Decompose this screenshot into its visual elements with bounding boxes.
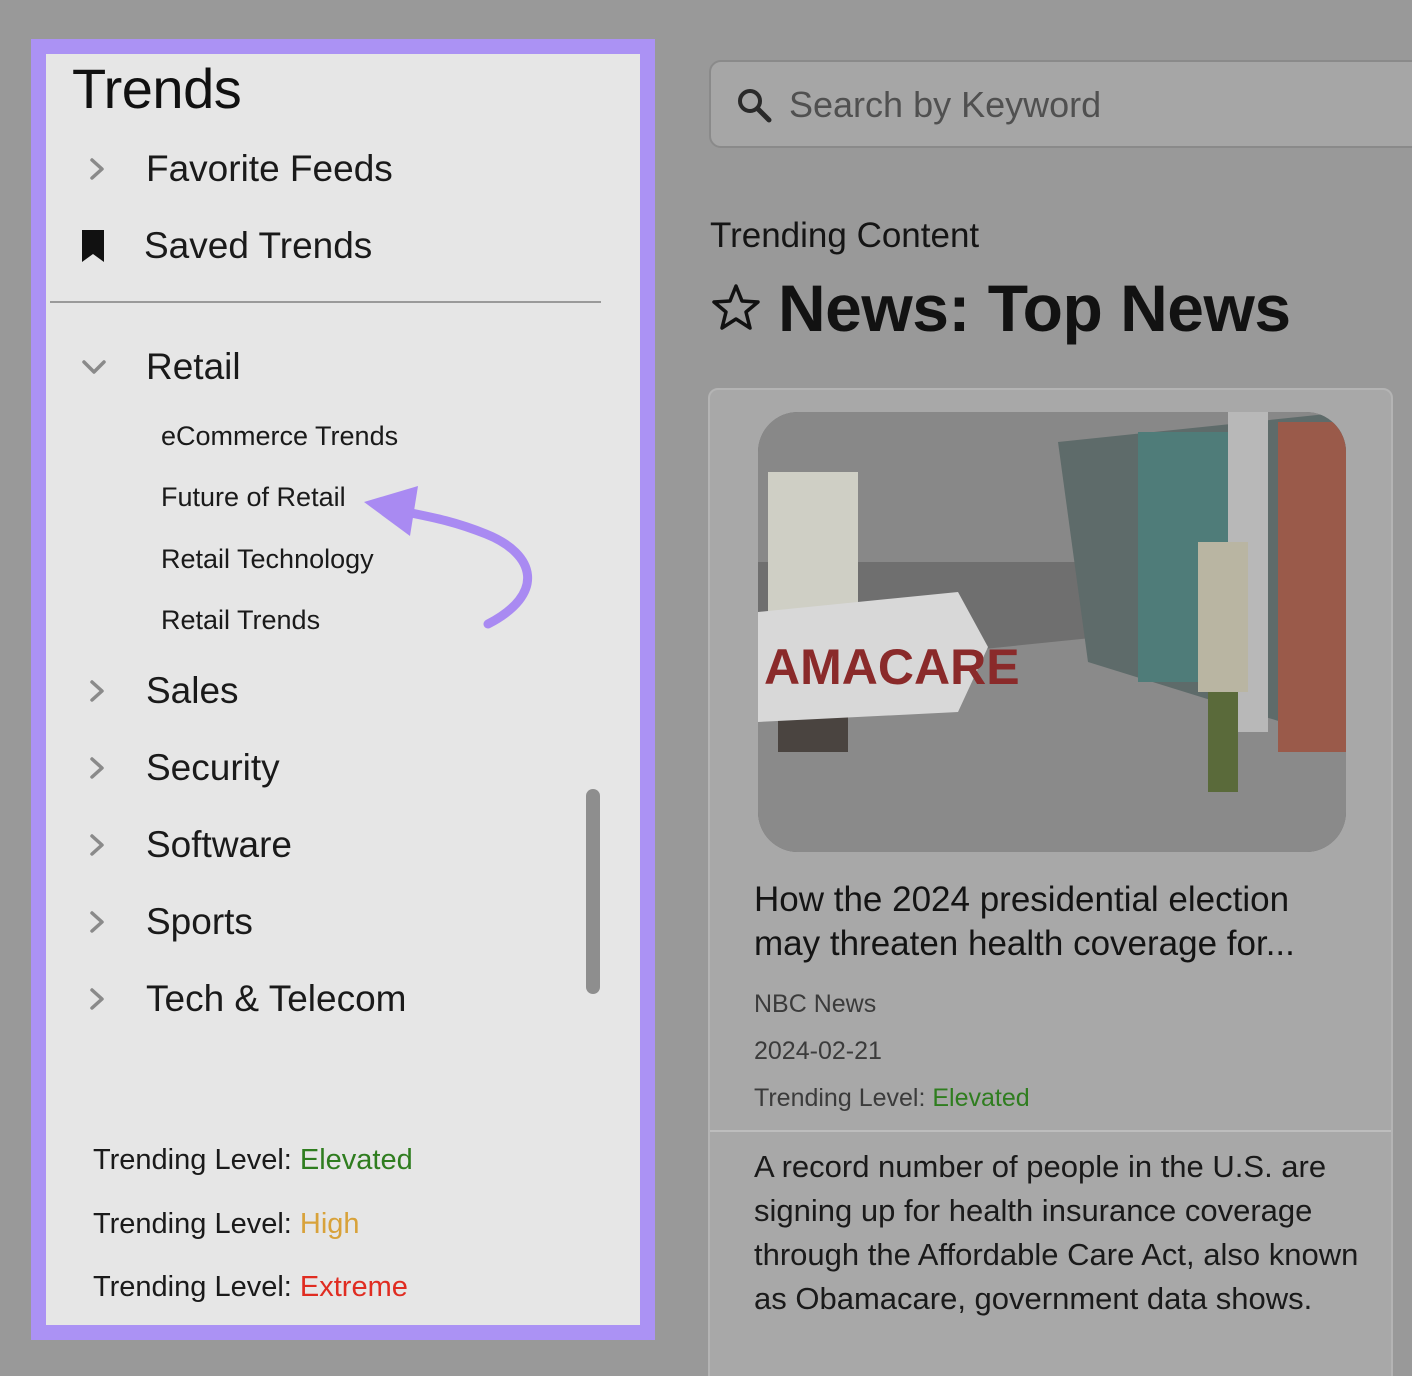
search-icon	[738, 89, 772, 123]
search-input[interactable]: Search by Keyword	[709, 60, 1412, 148]
sidebar-item-security[interactable]: Security	[46, 738, 606, 798]
card-level-value: Elevated	[932, 1084, 1030, 1112]
sidebar-item-label: Software	[146, 824, 293, 865]
sidebar-scrollbar[interactable]	[586, 789, 600, 994]
page-title: News: Top News	[710, 268, 1291, 348]
legend-elevated: Trending Level: Elevated	[93, 1144, 413, 1177]
sidebar-item-label: Sports	[146, 901, 253, 942]
legend-level: Extreme	[299, 1271, 408, 1303]
bookmark-icon	[82, 230, 104, 262]
news-image[interactable]: AMACARE	[758, 412, 1346, 852]
card-headline[interactable]: How the 2024 presidential election may t…	[754, 878, 1364, 966]
sidebar-subitem-ecommerce-trends[interactable]: eCommerce Trends	[161, 421, 398, 452]
sidebar-item-label: Retail	[146, 346, 241, 387]
section-label: Trending Content	[710, 216, 980, 255]
card-source: NBC News	[754, 990, 877, 1018]
sidebar-item-favorite-feeds[interactable]: Favorite Feeds	[46, 139, 606, 199]
legend-prefix: Trending Level:	[93, 1271, 300, 1303]
chevron-right-icon	[90, 834, 104, 856]
legend-level: High	[299, 1208, 360, 1240]
trends-sidebar: Trends Favorite Feeds Saved Trends Retai…	[46, 54, 640, 1325]
chevron-right-icon	[90, 158, 104, 180]
sidebar-subitem-retail-trends[interactable]: Retail Trends	[161, 605, 320, 636]
sidebar-item-retail[interactable]: Retail	[46, 337, 606, 397]
sidebar-item-label: Security	[146, 747, 280, 788]
card-divider	[710, 1130, 1391, 1132]
sidebar-item-label: Favorite Feeds	[146, 148, 393, 189]
sidebar-subitem-retail-technology[interactable]: Retail Technology	[161, 544, 374, 575]
legend-level: Elevated	[299, 1144, 413, 1176]
sidebar-item-saved-trends[interactable]: Saved Trends	[46, 216, 606, 276]
sidebar-item-tech-telecom[interactable]: Tech & Telecom	[46, 969, 606, 1029]
chevron-down-icon	[82, 360, 106, 374]
card-trending-level: Trending Level: Elevated	[754, 1084, 1030, 1113]
search-placeholder: Search by Keyword	[789, 84, 1102, 125]
legend-prefix: Trending Level:	[93, 1144, 300, 1176]
sidebar-divider	[50, 301, 601, 303]
sidebar-item-software[interactable]: Software	[46, 815, 606, 875]
chevron-right-icon	[90, 680, 104, 702]
sidebar-subitem-future-of-retail[interactable]: Future of Retail	[161, 482, 346, 513]
sidebar-item-label: Tech & Telecom	[146, 978, 407, 1019]
legend-prefix: Trending Level:	[93, 1208, 300, 1240]
sidebar-item-sales[interactable]: Sales	[46, 661, 606, 721]
image-sign-text: AMACARE	[764, 639, 1020, 695]
sidebar-item-label: Saved Trends	[144, 225, 373, 266]
star-outline-icon[interactable]	[710, 282, 762, 334]
card-summary: A record number of people in the U.S. ar…	[754, 1149, 1359, 1316]
card-date: 2024-02-21	[754, 1037, 882, 1065]
sidebar-title: Trends	[72, 57, 242, 120]
legend-high: Trending Level: High	[93, 1208, 360, 1241]
news-photo: AMACARE	[758, 412, 1346, 852]
page-title-text: News: Top News	[778, 271, 1291, 345]
card-level-prefix: Trending Level:	[754, 1084, 933, 1112]
chevron-right-icon	[90, 911, 104, 933]
legend-extreme: Trending Level: Extreme	[93, 1271, 408, 1304]
chevron-right-icon	[90, 988, 104, 1010]
sidebar-item-label: Sales	[146, 670, 239, 711]
chevron-right-icon	[90, 757, 104, 779]
news-card[interactable]: AMACARE How the 2024 presidential electi…	[708, 388, 1393, 1376]
sidebar-item-sports[interactable]: Sports	[46, 892, 606, 952]
annotation-arrow	[364, 486, 533, 629]
